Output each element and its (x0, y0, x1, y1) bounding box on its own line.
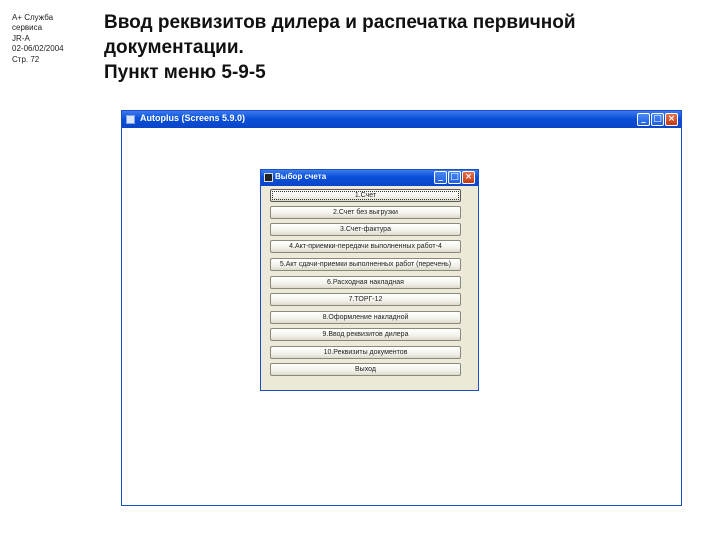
dialog-title: Выбор счета (275, 172, 327, 181)
heading-line: Ввод реквизитов дилера и распечатка перв… (104, 12, 576, 33)
slide-heading: Ввод реквизитов дилера и распечатка перв… (104, 10, 704, 85)
close-icon: × (667, 114, 676, 124)
minimize-icon: _ (438, 172, 443, 182)
slide-meta: А+ Служба сервиса JR-A 02-06/02/2004 Стр… (12, 13, 64, 65)
maximize-button[interactable]: □ (651, 113, 664, 126)
invoice-button[interactable]: 1.Счет (270, 189, 461, 202)
work-completion-act-button[interactable]: 5.Акт сдачи-приемки выполненных работ (п… (270, 258, 461, 271)
maximize-icon: □ (450, 172, 459, 182)
tax-invoice-button[interactable]: 3.Счет-фактура (270, 223, 461, 236)
dialog-minimize-button[interactable]: _ (434, 171, 447, 184)
note-formatting-button[interactable]: 8.Оформление накладной (270, 311, 461, 324)
minimize-icon: _ (641, 114, 646, 124)
dialog-maximize-button[interactable]: □ (448, 171, 461, 184)
meta-line: сервиса (12, 23, 43, 33)
heading-line: документации. (104, 37, 244, 58)
meta-line: А+ Служба (12, 13, 54, 22)
document-details-button[interactable]: 10.Реквизиты документов (270, 346, 461, 359)
meta-line: JR-A (12, 33, 30, 43)
close-button[interactable]: × (665, 113, 678, 126)
delivery-note-button[interactable]: 6.Расходная накладная (270, 276, 461, 289)
app-icon (126, 115, 135, 124)
close-icon: × (464, 172, 473, 182)
maximize-icon: □ (653, 114, 662, 124)
exit-button[interactable]: Выход (270, 363, 461, 376)
main-window-titlebar[interactable]: Autoplus (Screens 5.9.0) _ □ × (122, 111, 681, 128)
dialog-icon (264, 173, 273, 182)
main-window-title: Autoplus (Screens 5.9.0) (140, 113, 246, 123)
dialog-titlebar[interactable]: Выбор счета _ □ × (261, 170, 478, 186)
minimize-button[interactable]: _ (637, 113, 650, 126)
meta-line: 02-06/02/2004 (12, 44, 64, 54)
select-invoice-dialog: Выбор счета _ □ × 1.Счет 2.Счет без выгр… (260, 169, 479, 391)
acceptance-act-button[interactable]: 4.Акт-приемки-передачи выполненных работ… (270, 240, 461, 253)
torg-12-button[interactable]: 7.ТОРГ-12 (270, 293, 461, 306)
heading-line: Пункт меню 5-9-5 (104, 62, 266, 83)
meta-line: Стр. 72 (12, 54, 40, 64)
dealer-details-button[interactable]: 9.Ввод реквизитов дилера (270, 328, 461, 341)
dialog-close-button[interactable]: × (462, 171, 475, 184)
invoice-no-export-button[interactable]: 2.Счет без выгрузки (270, 206, 461, 219)
